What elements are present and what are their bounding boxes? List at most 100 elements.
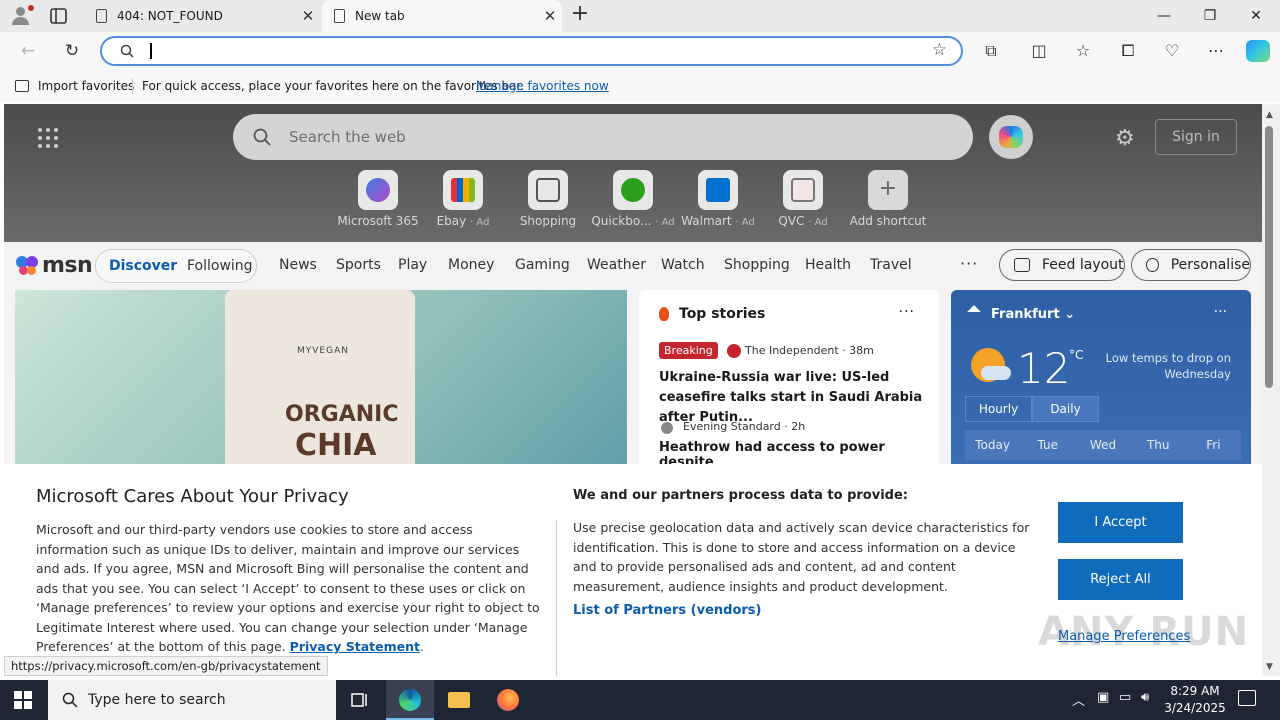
copilot-button[interactable] [989,115,1033,159]
weather-card[interactable]: Frankfurt ⌄ ··· 12 °C Low temps to drop … [951,290,1251,490]
copilot-icon [999,126,1023,148]
nav-travel[interactable]: Travel [870,257,912,273]
tab-404[interactable]: 404: NOT_FOUND ✕ [84,0,320,32]
address-bar[interactable]: ☆ [100,36,963,66]
weather-location[interactable]: Frankfurt ⌄ [991,307,1075,322]
feed-layout-button[interactable]: Feed layout [999,249,1125,281]
refresh-button[interactable]: ↻ [60,39,84,63]
sign-in-button[interactable]: Sign in [1155,119,1237,155]
search-icon [62,692,78,708]
tab-daily[interactable]: Daily [1032,396,1099,422]
shortcut-microsoft-365[interactable]: Microsoft 365 [333,170,423,228]
tab-strip: 404: NOT_FOUND ✕ New tab ✕ + — ❐ ✕ [0,0,1280,32]
personalise-button[interactable]: Personalise [1131,249,1251,281]
privacy-title: Microsoft Cares About Your Privacy [36,486,349,507]
copilot-icon[interactable] [1246,40,1270,62]
import-favorites-button[interactable]: Import favorites [38,79,134,93]
favorites-hint: For quick access, place your favorites h… [142,79,525,93]
shortcut-quickbooks[interactable]: Quickbo... · Ad [588,170,678,228]
shortcut-shopping[interactable]: Shopping [503,170,593,228]
more-menu-icon[interactable]: ⋯ [1203,39,1229,63]
scroll-up-icon[interactable]: ▲ [1266,110,1273,120]
profile-icon[interactable] [8,4,34,28]
web-search-box[interactable]: Search the web [233,114,973,160]
story-headline[interactable]: Ukraine-Russia war live: US-led ceasefir… [659,368,929,428]
day-label[interactable]: Today [965,430,1020,460]
restore-button[interactable]: ❐ [1187,0,1233,32]
bag-brand: MYVEGAN [297,346,349,356]
day-label[interactable]: Thu [1131,430,1186,460]
more-options-icon[interactable]: ··· [1214,304,1227,320]
taskbar-search[interactable]: Type here to search [48,680,336,720]
windows-start-icon[interactable] [14,691,32,709]
scroll-thumb[interactable] [1265,126,1273,388]
network-icon[interactable]: ▭ [1119,690,1131,705]
nav-shopping[interactable]: Shopping [724,257,790,273]
tab-hourly[interactable]: Hourly [965,396,1032,422]
page-icon [96,9,107,23]
walmart-icon [706,178,730,202]
vertical-scrollbar[interactable]: ▲ ▼ [1262,104,1280,676]
close-window-button[interactable]: ✕ [1233,0,1279,32]
day-label[interactable]: Tue [1020,430,1075,460]
collections-icon[interactable]: ⧠ [1115,39,1141,63]
nav-health[interactable]: Health [805,257,851,273]
shortcut-ebay[interactable]: Ebay · Ad [418,170,508,228]
system-clock[interactable]: 8:29 AM 3/24/2025 [1160,683,1230,717]
tab-new-tab[interactable]: New tab ✕ [322,0,562,32]
settings-gear-icon[interactable]: ⚙ [1115,126,1135,151]
close-tab-icon[interactable]: ✕ [296,7,320,25]
extensions-icon[interactable]: ⧉ [978,39,1004,63]
back-button[interactable]: ← [16,39,40,63]
nav-gaming[interactable]: Gaming [515,257,570,273]
nav-news[interactable]: News [279,257,317,273]
app-launcher-icon[interactable] [38,128,58,148]
partners-link[interactable]: List of Partners (vendors) [573,603,761,618]
nav-more-icon[interactable]: ··· [960,254,978,273]
tab-discover[interactable]: Discover [109,258,177,274]
browser-essentials-icon[interactable]: ♡ [1159,39,1185,63]
privacy-statement-link[interactable]: Privacy Statement [290,639,420,654]
notification-icon[interactable] [1238,690,1256,706]
day-label[interactable]: Fri [1186,430,1241,460]
tab-following[interactable]: Following [187,258,253,274]
edge-taskbar-button[interactable] [386,680,434,720]
favorite-star-icon[interactable]: ☆ [932,40,947,60]
privacy-subtitle: We and our partners process data to prov… [573,488,908,503]
close-tab-icon[interactable]: ✕ [538,7,562,25]
msn-logo[interactable]: msn [16,252,93,278]
tray-chevron-icon[interactable]: ︿ [1072,690,1085,709]
shortcut-qvc[interactable]: QVC · Ad [758,170,848,228]
manage-preferences-link[interactable]: Manage Preferences [1058,629,1190,644]
more-options-icon[interactable]: ··· [899,304,915,320]
nav-money[interactable]: Money [448,257,494,273]
firefox-button[interactable] [484,680,532,720]
breaking-badge: Breaking [659,342,718,359]
shortcut-walmart[interactable]: Walmart · Ad [673,170,763,228]
hero-article-image[interactable]: MYVEGAN ORGANIC CHIA [15,290,627,490]
shortcut-add[interactable]: + Add shortcut [843,170,933,228]
split-screen-icon[interactable]: ◫ [1026,39,1052,63]
nav-weather[interactable]: Weather [587,257,646,273]
volume-icon[interactable]: 🔊︎ [1141,690,1149,705]
tab-actions-icon[interactable] [48,6,70,26]
task-view-button[interactable] [336,680,384,720]
accept-button[interactable]: I Accept [1058,502,1183,543]
nav-sports[interactable]: Sports [336,257,381,273]
web-search-placeholder: Search the web [289,128,406,146]
favorites-icon[interactable]: ☆ [1070,39,1096,63]
nav-play[interactable]: Play [398,257,427,273]
scroll-down-icon[interactable]: ▼ [1266,662,1273,672]
personalise-label: Personalise [1170,257,1250,273]
file-explorer-button[interactable] [435,680,483,720]
manage-favorites-link[interactable]: Manage favorites now [476,79,609,93]
nav-watch[interactable]: Watch [661,257,705,273]
minimize-button[interactable]: — [1141,0,1187,32]
cloud-icon [981,366,1011,380]
new-tab-button[interactable]: + [568,3,592,27]
tray-device-icon[interactable]: ▣ [1097,690,1109,705]
privacy-purposes: Use precise geolocation data and activel… [573,520,1030,594]
address-input[interactable] [148,42,908,60]
day-label[interactable]: Wed [1075,430,1130,460]
reject-all-button[interactable]: Reject All [1058,559,1183,600]
